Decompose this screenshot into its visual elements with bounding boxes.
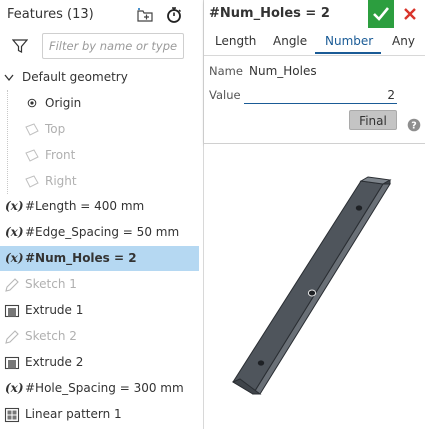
tree-item-origin[interactable]: Origin bbox=[0, 91, 199, 116]
tree-item-variable-num-holes[interactable]: (x) #Num_Holes = 2 bbox=[0, 246, 199, 271]
tree-item-label: Default geometry bbox=[22, 70, 128, 84]
tree-item-label: Front bbox=[45, 148, 76, 162]
tree-item-label: Linear pattern 1 bbox=[25, 407, 122, 421]
tree-item-front-plane[interactable]: Front bbox=[0, 143, 199, 168]
tab-any[interactable]: Any bbox=[392, 34, 415, 48]
tree-item-extrude-2[interactable]: Extrude 2 bbox=[0, 350, 199, 375]
tree-item-default-geometry[interactable]: Default geometry bbox=[0, 65, 199, 90]
tree-item-variable-edge-spacing[interactable]: (x) #Edge_Spacing = 50 mm bbox=[0, 220, 199, 245]
final-button[interactable]: Final bbox=[349, 110, 397, 130]
cancel-button[interactable] bbox=[397, 0, 423, 28]
tab-number[interactable]: Number bbox=[325, 34, 373, 48]
variable-icon: (x) bbox=[5, 225, 24, 239]
bar-front-face bbox=[232, 180, 384, 395]
extrude-icon bbox=[4, 304, 20, 318]
close-icon bbox=[404, 8, 416, 20]
origin-icon bbox=[27, 98, 37, 108]
tree-item-right-plane[interactable]: Right bbox=[0, 169, 199, 194]
feature-list-header: Features (13) bbox=[0, 0, 203, 30]
sketch-pencil-icon bbox=[5, 330, 19, 344]
variable-icon: (x) bbox=[5, 251, 24, 265]
tree-item-label: #Hole_Spacing = 300 mm bbox=[25, 381, 184, 395]
tree-item-label: Extrude 2 bbox=[25, 355, 84, 369]
hole-1 bbox=[355, 205, 363, 211]
tree-item-label: #Length = 400 mm bbox=[25, 199, 145, 213]
tree-item-label: #Num_Holes = 2 bbox=[25, 251, 137, 265]
plane-icon bbox=[25, 149, 39, 162]
graphics-viewport[interactable] bbox=[204, 144, 425, 429]
plane-icon bbox=[25, 175, 39, 188]
filter-row bbox=[0, 30, 203, 64]
tree-item-label: #Edge_Spacing = 50 mm bbox=[25, 225, 180, 239]
name-value[interactable]: Num_Holes bbox=[249, 64, 317, 78]
extrude-icon bbox=[4, 356, 20, 370]
tree-item-variable-length[interactable]: (x) #Length = 400 mm bbox=[0, 194, 199, 219]
filter-icon[interactable] bbox=[12, 38, 28, 54]
chevron-down-icon[interactable] bbox=[4, 74, 14, 82]
bar-top-face bbox=[252, 183, 391, 395]
tree-item-label: Extrude 1 bbox=[25, 303, 84, 317]
feature-list-panel: Features (13) Default geometry Or bbox=[0, 0, 204, 429]
tree-item-label: Top bbox=[45, 122, 66, 136]
active-tab-indicator bbox=[315, 52, 381, 54]
linear-pattern-icon bbox=[4, 407, 20, 423]
tree-item-label: Origin bbox=[45, 96, 82, 110]
svg-text:?: ? bbox=[411, 121, 417, 132]
tree-item-label: Sketch 2 bbox=[25, 329, 77, 343]
value-input[interactable]: 2 bbox=[244, 86, 397, 104]
part-model[interactable] bbox=[204, 144, 425, 429]
accept-button[interactable] bbox=[368, 0, 394, 28]
filter-input[interactable] bbox=[42, 33, 184, 59]
tree-item-sketch-1[interactable]: Sketch 1 bbox=[0, 272, 199, 297]
help-icon[interactable]: ? bbox=[407, 118, 421, 132]
tree-item-label: Sketch 1 bbox=[25, 277, 77, 291]
checkmark-icon bbox=[373, 7, 390, 21]
variable-icon: (x) bbox=[5, 381, 24, 395]
dialog-title: #Num_Holes = 2 bbox=[209, 6, 330, 21]
plane-icon bbox=[25, 123, 39, 136]
tree-item-label: Right bbox=[45, 174, 77, 188]
hole-2 bbox=[257, 360, 265, 366]
tree-item-sketch-2[interactable]: Sketch 2 bbox=[0, 324, 199, 349]
sketch-pencil-icon bbox=[5, 278, 19, 292]
tree-item-extrude-1[interactable]: Extrude 1 bbox=[0, 298, 199, 323]
tree-item-variable-hole-spacing[interactable]: (x) #Hole_Spacing = 300 mm bbox=[0, 376, 199, 401]
hole-mate-connector bbox=[307, 289, 317, 297]
stopwatch-icon[interactable] bbox=[165, 6, 183, 24]
value-label: Value bbox=[209, 88, 241, 102]
name-label: Name bbox=[209, 64, 243, 78]
feature-list-title: Features (13) bbox=[7, 7, 94, 22]
tab-length[interactable]: Length bbox=[215, 34, 256, 48]
variable-icon: (x) bbox=[5, 199, 24, 213]
tree-item-top-plane[interactable]: Top bbox=[0, 117, 199, 142]
tree-item-linear-pattern-1[interactable]: Linear pattern 1 bbox=[0, 402, 199, 427]
add-folder-icon[interactable] bbox=[136, 6, 154, 24]
tab-angle[interactable]: Angle bbox=[273, 34, 307, 48]
